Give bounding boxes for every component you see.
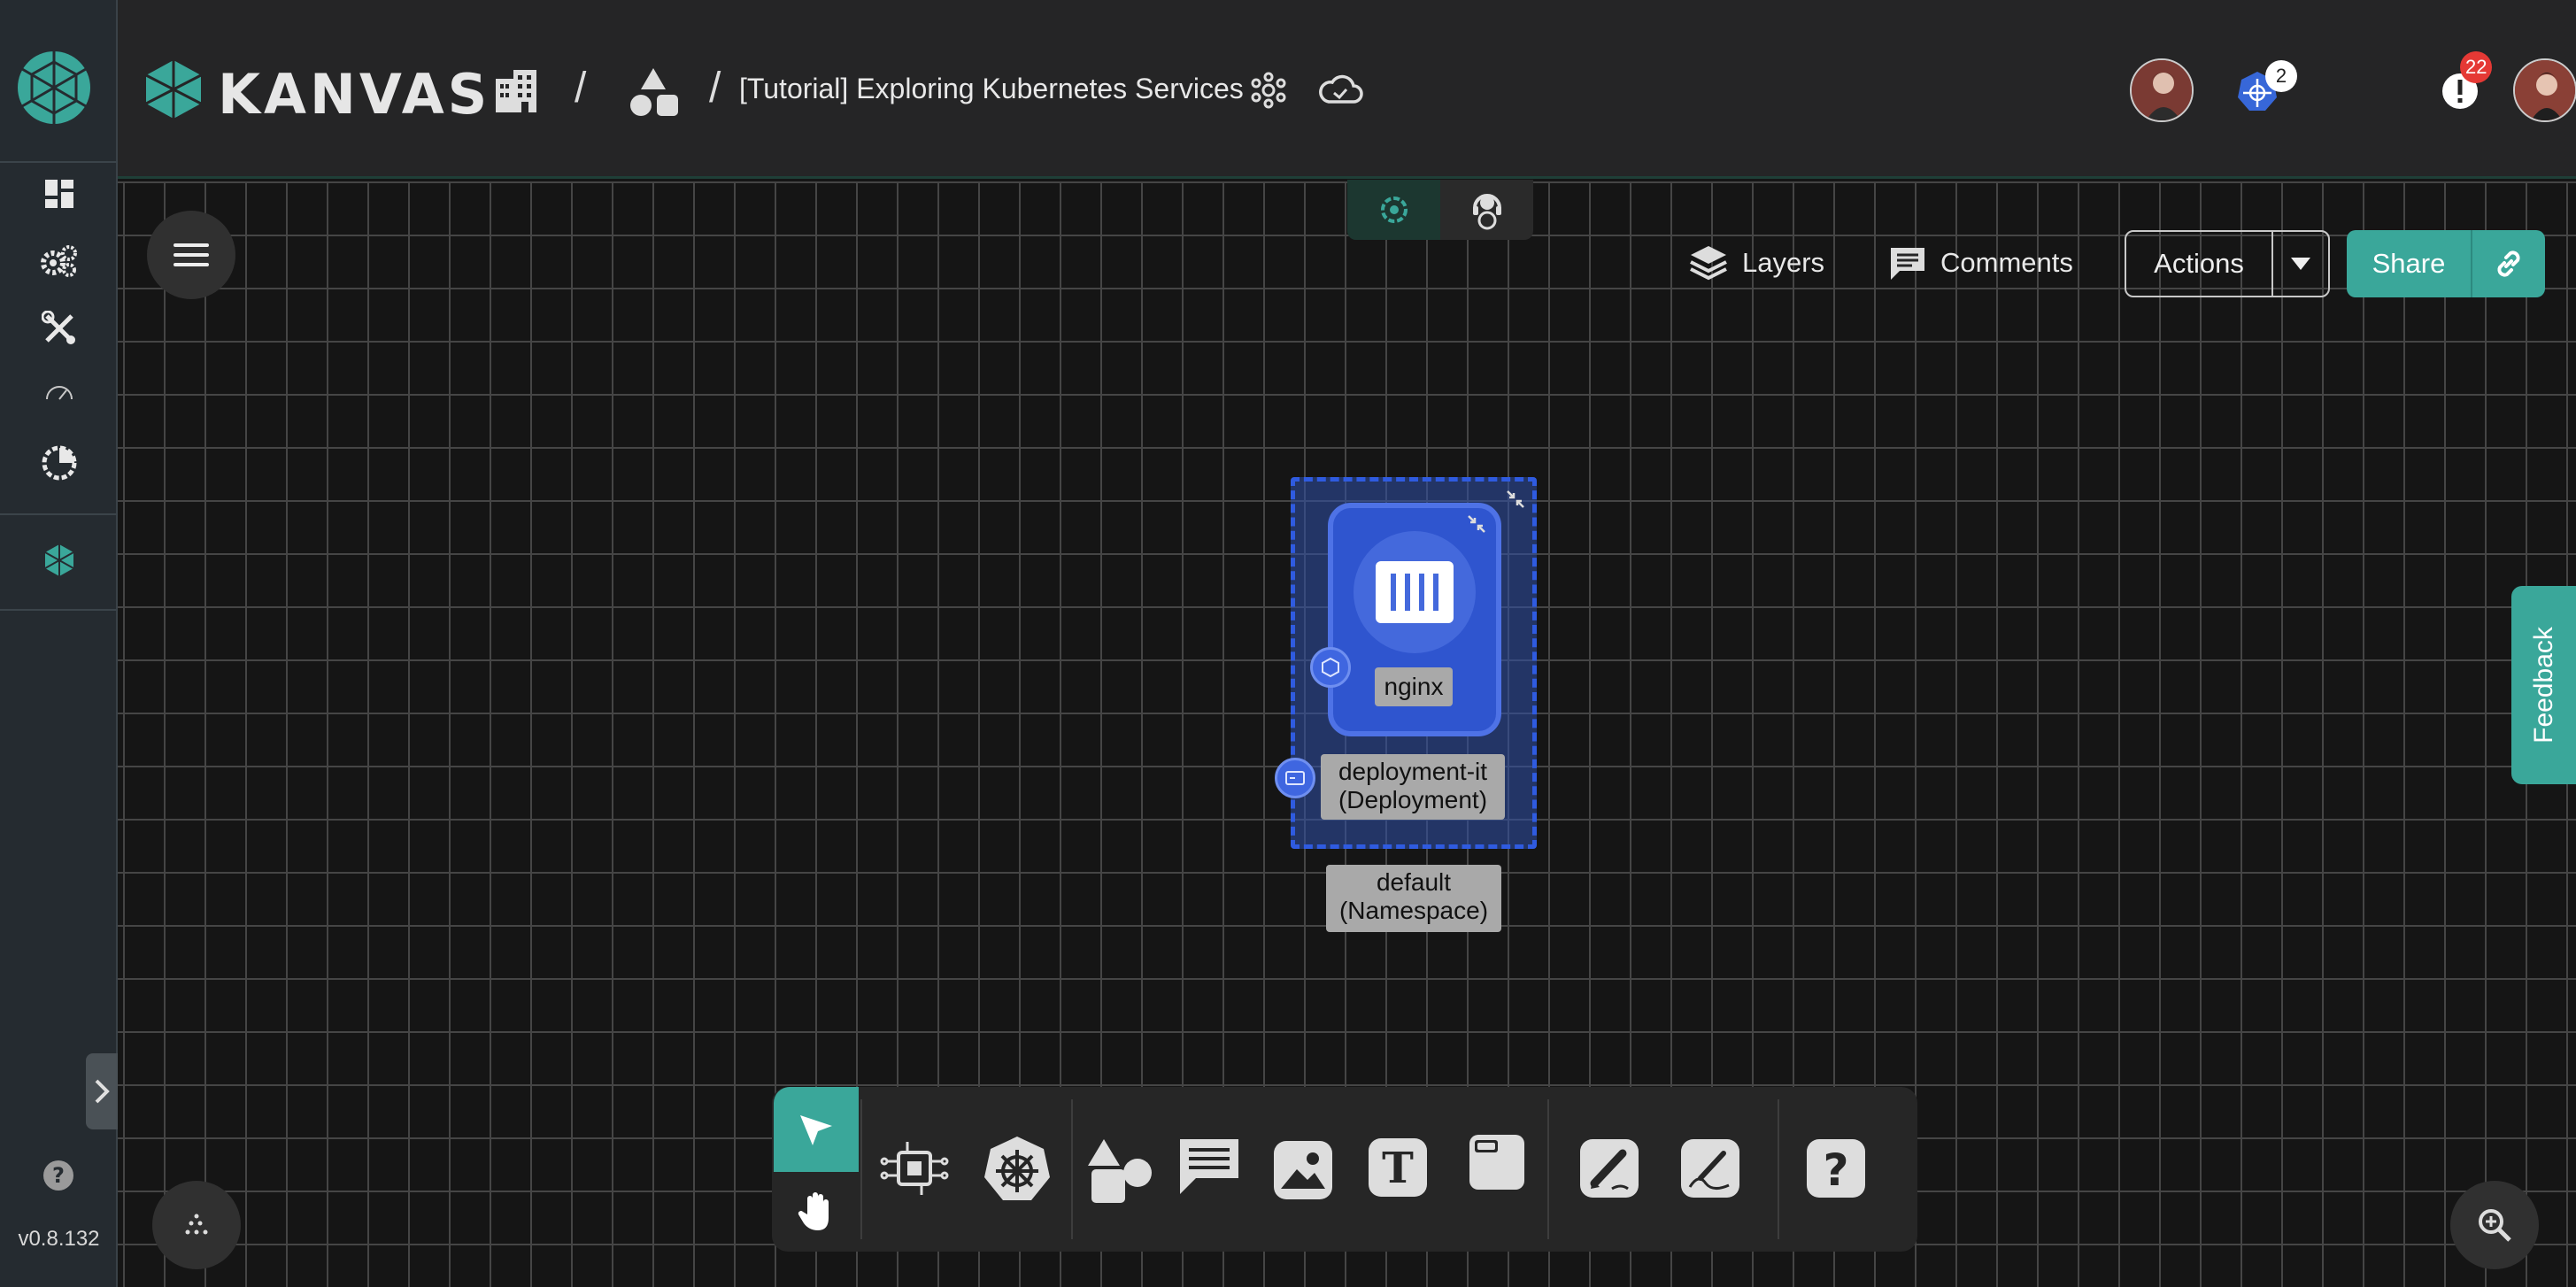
components-icon — [880, 1142, 949, 1195]
bottom-toolbar: T ? — [772, 1087, 1917, 1252]
layers-label: Layers — [1742, 247, 1825, 278]
image-tool[interactable] — [1266, 1133, 1340, 1207]
left-sidebar: ? v0.8.132 — [0, 0, 118, 1287]
components-tool[interactable] — [873, 1128, 956, 1211]
shapes-tool[interactable] — [1082, 1131, 1158, 1207]
copy-link-button[interactable] — [2472, 230, 2545, 297]
hand-icon — [798, 1192, 829, 1230]
account-avatar[interactable] — [2513, 58, 2576, 122]
tab-design-mode[interactable] — [1347, 180, 1440, 240]
zoom-in-icon — [2479, 1209, 2511, 1242]
design-mode-icon — [1380, 197, 1408, 223]
caret-down-icon — [2291, 258, 2310, 270]
feedback-label: Feedback — [2528, 627, 2558, 744]
kubernetes-count-badge: 2 — [2265, 60, 2297, 92]
pen-icon — [1580, 1139, 1639, 1198]
comment-icon — [1891, 248, 1924, 280]
actions-button[interactable]: Actions — [2125, 230, 2330, 297]
brand-name: KANVAS — [218, 62, 491, 127]
feedback-tab[interactable]: Feedback — [2511, 586, 2576, 784]
question-icon: ? — [1807, 1139, 1865, 1198]
comment-tool[interactable] — [1172, 1129, 1246, 1204]
container-icon — [1376, 561, 1454, 623]
version-label: v0.8.132 — [18, 1227, 100, 1251]
sidebar-divider — [0, 609, 118, 611]
gauge-icon[interactable] — [37, 370, 81, 414]
pointer-icon — [800, 1115, 832, 1145]
pen-tool[interactable] — [1572, 1131, 1647, 1206]
layers-button[interactable]: Layers — [1689, 228, 1824, 297]
comments-button[interactable]: Comments — [1889, 228, 2073, 297]
canvas-menu-button[interactable] — [147, 211, 235, 299]
shapes-icon — [1088, 1139, 1152, 1203]
help-icon[interactable]: ? — [41, 1158, 76, 1193]
organization-icon[interactable] — [491, 66, 541, 115]
hamburger-icon — [174, 243, 209, 266]
dashboard-icon[interactable] — [37, 172, 81, 216]
deployment-label-name: deployment-it — [1338, 758, 1488, 785]
canvas-mode-tabs — [1347, 180, 1533, 240]
cloud-sync-icon[interactable] — [1316, 69, 1364, 110]
user-avatar[interactable] — [2130, 58, 2194, 122]
section-icon — [1469, 1135, 1524, 1190]
svg-text:T: T — [1382, 1144, 1414, 1193]
layout-dots-icon — [185, 1214, 208, 1235]
tools-icon[interactable] — [37, 306, 81, 351]
app-root: ? v0.8.132 KANVAS / / [Tutorial] Explori… — [0, 0, 2576, 1287]
layout-button[interactable] — [152, 1181, 241, 1269]
freehand-tool[interactable] — [1673, 1131, 1747, 1206]
pod-label: nginx — [1375, 667, 1453, 706]
kubernetes-network-icon[interactable] — [1249, 71, 1288, 110]
top-header: KANVAS / / [Tutorial] Exploring Kubernet… — [118, 0, 2576, 179]
pan-tool[interactable] — [774, 1172, 859, 1252]
namespace-label-name: default — [1376, 868, 1452, 896]
breadcrumb-separator: / — [575, 65, 587, 112]
freehand-icon — [1681, 1139, 1739, 1198]
design-shapes-icon[interactable] — [626, 64, 681, 119]
actions-dropdown-button[interactable] — [2273, 232, 2328, 296]
design-title[interactable]: [Tutorial] Exploring Kubernetes Services — [739, 73, 1244, 105]
layers-icon — [1690, 246, 1727, 281]
share-label[interactable]: Share — [2347, 230, 2472, 297]
pod-port-icon[interactable] — [1310, 647, 1351, 688]
operator-mode-icon — [1472, 194, 1501, 230]
pointer-tool[interactable] — [774, 1087, 859, 1172]
sidebar-divider — [0, 513, 118, 515]
comment-note-icon — [1180, 1139, 1238, 1194]
actions-label[interactable]: Actions — [2126, 232, 2273, 296]
text-icon: T — [1369, 1138, 1427, 1197]
deployment-label-kind: (Deployment) — [1338, 786, 1488, 813]
namespace-label: default (Namespace) — [1326, 865, 1501, 932]
meshery-logo-icon[interactable] — [16, 50, 92, 126]
help-tool[interactable]: ? — [1799, 1131, 1873, 1206]
kanvas-icon[interactable] — [37, 538, 81, 582]
kubernetes-wheel-icon — [984, 1137, 1050, 1200]
deployment-label: deployment-it (Deployment) — [1321, 754, 1505, 820]
image-icon — [1274, 1141, 1332, 1199]
pie-chart-icon[interactable] — [37, 441, 81, 485]
kanvas-logo-icon[interactable] — [144, 58, 203, 120]
gears-icon[interactable] — [37, 239, 81, 283]
link-icon — [2497, 250, 2520, 277]
tab-operator-mode[interactable] — [1440, 180, 1533, 240]
svg-text:?: ? — [52, 1163, 65, 1188]
svg-text:?: ? — [1823, 1144, 1848, 1196]
share-button[interactable]: Share — [2347, 230, 2545, 297]
pod-icon-circle — [1354, 531, 1476, 653]
deployment-port-icon[interactable] — [1275, 758, 1315, 798]
sidebar-divider — [0, 161, 118, 163]
breadcrumb-separator: / — [709, 65, 721, 112]
sidebar-expand-button[interactable] — [86, 1053, 118, 1129]
collapse-icon[interactable] — [1505, 489, 1526, 510]
collapse-icon[interactable] — [1466, 513, 1487, 535]
notification-count-badge: 22 — [2460, 51, 2493, 83]
kubernetes-tool[interactable] — [977, 1129, 1057, 1209]
text-tool[interactable]: T — [1360, 1129, 1436, 1206]
namespace-label-kind: (Namespace) — [1338, 897, 1489, 924]
zoom-button[interactable] — [2450, 1181, 2539, 1269]
comments-label: Comments — [1940, 247, 2073, 278]
section-tool[interactable] — [1462, 1128, 1531, 1197]
